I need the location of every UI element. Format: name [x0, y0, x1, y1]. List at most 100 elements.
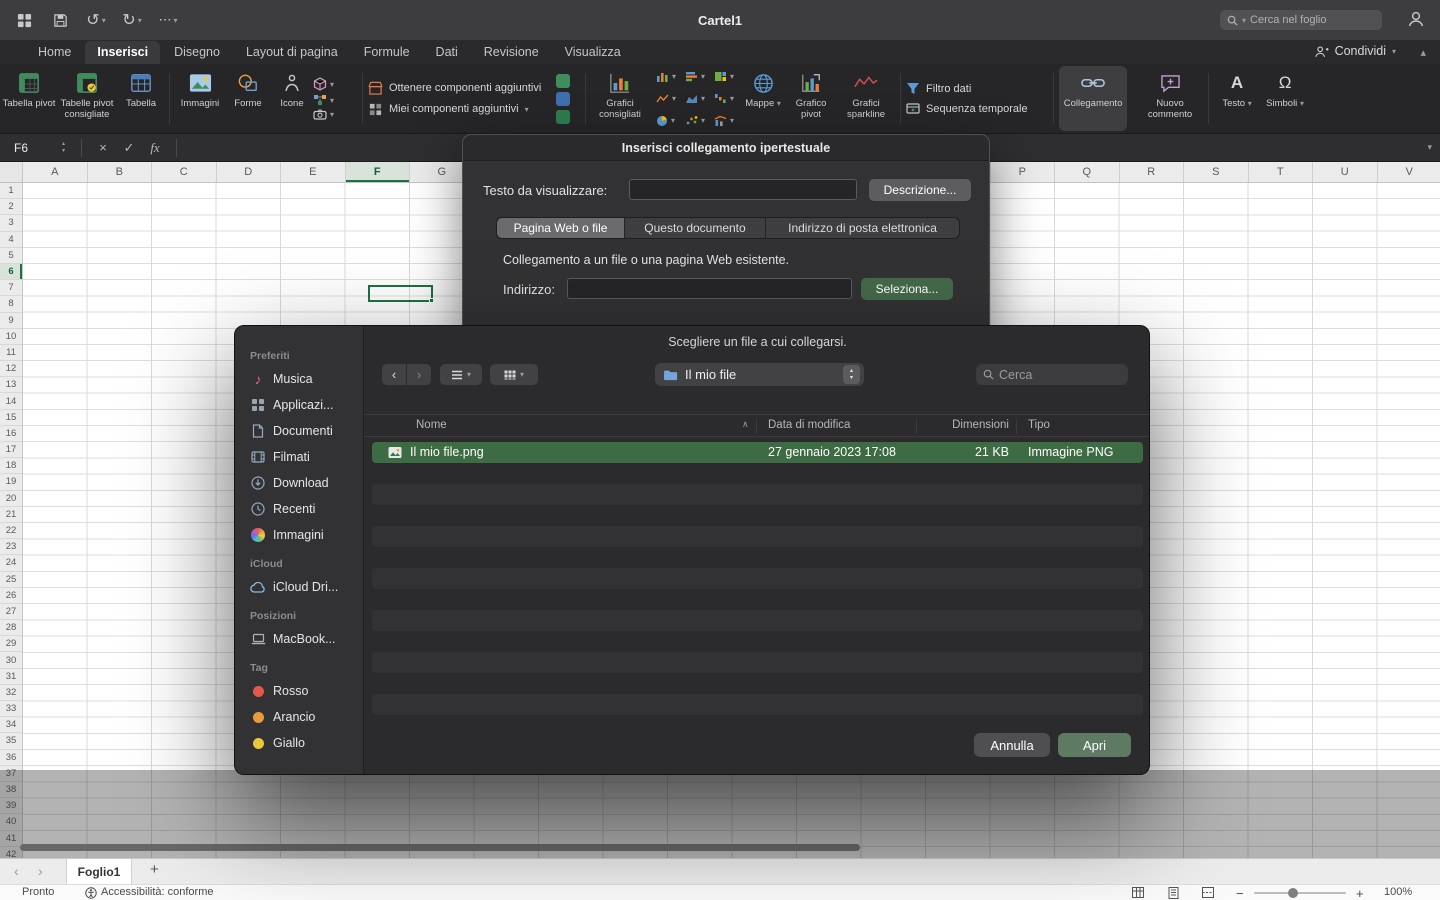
header-nome[interactable]: Nome: [416, 419, 447, 431]
mappe-button[interactable]: Mappe ▾: [741, 66, 785, 131]
share-button[interactable]: Condividi ▾: [1314, 44, 1396, 58]
filtro-dati-button[interactable]: Filtro dati: [906, 82, 1048, 95]
column-divider[interactable]: [1016, 419, 1017, 434]
tabella-button[interactable]: Tabella: [118, 66, 164, 131]
column-header-R[interactable]: R: [1120, 162, 1185, 182]
fill-handle[interactable]: [429, 298, 434, 303]
column-header-S[interactable]: S: [1184, 162, 1249, 182]
column-header-F[interactable]: F: [346, 162, 411, 182]
sort-indicator-icon[interactable]: ∧: [742, 419, 749, 430]
sidebar-item-giallo[interactable]: Giallo: [235, 730, 363, 756]
sheet-tab-foglio1[interactable]: Foglio1: [66, 859, 132, 884]
save-icon[interactable]: [48, 7, 72, 33]
hyperlink-tab-pagina-web-o-file[interactable]: Pagina Web o file: [497, 218, 625, 238]
waterfall-chart-button[interactable]: ▾: [714, 88, 734, 109]
forme-button[interactable]: Forme: [225, 66, 271, 131]
addin-shortcut-icon[interactable]: [556, 92, 570, 106]
pie-chart-button[interactable]: ▾: [656, 110, 676, 131]
nuovo-commento-button[interactable]: Nuovo commento: [1137, 66, 1203, 131]
hyperlink-tab-indirizzo-di-posta-elettronica[interactable]: Indirizzo di posta elettronica: [766, 218, 959, 238]
line-chart-button[interactable]: ▾: [656, 88, 676, 109]
row-header-3[interactable]: 3: [0, 215, 22, 231]
row-header-27[interactable]: 27: [0, 604, 22, 620]
row-header-23[interactable]: 23: [0, 539, 22, 555]
row-header-7[interactable]: 7: [0, 280, 22, 296]
ribbon-tab-disegno[interactable]: Disegno: [162, 41, 232, 64]
page-break-view-button[interactable]: [1202, 887, 1214, 898]
sidebar-item-recenti[interactable]: Recenti: [235, 496, 363, 522]
row-header-15[interactable]: 15: [0, 410, 22, 426]
sidebar-item-macbook-[interactable]: MacBook...: [235, 626, 363, 652]
addin-shortcut-icon[interactable]: [556, 110, 570, 124]
redo-button[interactable]: ↻▾: [120, 7, 144, 33]
row-header-6[interactable]: 6: [0, 264, 22, 280]
area-chart-button[interactable]: ▾: [685, 88, 705, 109]
row-header-24[interactable]: 24: [0, 555, 22, 571]
column-header-A[interactable]: A: [23, 162, 88, 182]
scatter-chart-button[interactable]: ▾: [685, 110, 705, 131]
cancel-entry-button[interactable]: ×: [90, 140, 116, 155]
tabella-pivot-button[interactable]: Tabella pivot: [2, 66, 56, 131]
group-view-button[interactable]: ▾: [490, 364, 538, 385]
ribbon-tab-revisione[interactable]: Revisione: [472, 41, 551, 64]
ribbon-tab-layout-di-pagina[interactable]: Layout di pagina: [234, 41, 350, 64]
sequenza-temporale-button[interactable]: Sequenza temporale: [906, 102, 1048, 115]
icone-button[interactable]: Icone: [271, 66, 313, 131]
addin-shortcut-icon[interactable]: [556, 74, 570, 88]
column-header-T[interactable]: T: [1249, 162, 1314, 182]
undo-button[interactable]: ↺▾: [84, 7, 108, 33]
column-chart-button[interactable]: ▾: [656, 66, 676, 87]
location-popup[interactable]: Il mio file ▴▾: [655, 363, 864, 386]
row-header-31[interactable]: 31: [0, 669, 22, 685]
column-header-B[interactable]: B: [88, 162, 153, 182]
prev-sheet-button[interactable]: ‹: [14, 863, 19, 879]
hyperlink-tab-questo-documento[interactable]: Questo documento: [625, 218, 766, 238]
grafici-sparkline-button[interactable]: Grafici sparkline: [837, 66, 895, 131]
sidebar-item-icloud-dri-[interactable]: iCloud Dri...: [235, 574, 363, 600]
row-header-11[interactable]: 11: [0, 345, 22, 361]
row-header-5[interactable]: 5: [0, 248, 22, 264]
smartart-button[interactable]: ▾: [313, 94, 357, 106]
address-input[interactable]: [567, 278, 852, 299]
sidebar-item-arancio[interactable]: Arancio: [235, 704, 363, 730]
sidebar-item-musica[interactable]: ♪Musica: [235, 366, 363, 392]
select-all-corner[interactable]: [0, 162, 23, 182]
file-row-selected[interactable]: Il mio file.png 27 gennaio 2023 17:08 21…: [372, 442, 1143, 463]
sidebar-item-filmati[interactable]: Filmati: [235, 444, 363, 470]
row-header-2[interactable]: 2: [0, 199, 22, 215]
sidebar-item-applicazi-[interactable]: Applicazi...: [235, 392, 363, 418]
ribbon-tab-home[interactable]: Home: [26, 41, 83, 64]
row-header-16[interactable]: 16: [0, 426, 22, 442]
simboli-button[interactable]: Ω Simboli ▾: [1260, 66, 1310, 131]
row-header-10[interactable]: 10: [0, 329, 22, 345]
open-button[interactable]: Apri: [1058, 733, 1131, 757]
customize-toolbar-button[interactable]: ⋯▾: [156, 7, 180, 33]
row-header-28[interactable]: 28: [0, 620, 22, 636]
bar-chart-button[interactable]: ▾: [685, 66, 705, 87]
row-header-18[interactable]: 18: [0, 458, 22, 474]
row-header-9[interactable]: 9: [0, 313, 22, 329]
cancel-button[interactable]: Annulla: [974, 733, 1050, 757]
column-divider[interactable]: [916, 419, 917, 434]
select-file-button[interactable]: Seleziona...: [861, 278, 953, 300]
tabelle-pivot-consigliate-button[interactable]: Tabelle pivot consigliate: [56, 66, 118, 131]
zoom-slider-thumb[interactable]: [1288, 888, 1298, 898]
row-header-34[interactable]: 34: [0, 717, 22, 733]
row-header-30[interactable]: 30: [0, 652, 22, 668]
column-header-Q[interactable]: Q: [1055, 162, 1120, 182]
zoom-level[interactable]: 100%: [1384, 886, 1412, 898]
list-view-button[interactable]: ▾: [440, 364, 482, 385]
row-header-32[interactable]: 32: [0, 685, 22, 701]
row-header-13[interactable]: 13: [0, 377, 22, 393]
next-sheet-button[interactable]: ›: [38, 863, 43, 879]
name-box[interactable]: F6: [0, 141, 62, 155]
3d-models-button[interactable]: ▾: [313, 77, 357, 91]
add-sheet-button[interactable]: +: [150, 861, 159, 878]
column-header-D[interactable]: D: [217, 162, 282, 182]
ribbon-tab-formule[interactable]: Formule: [352, 41, 422, 64]
column-divider[interactable]: [756, 419, 757, 434]
zoom-in-button[interactable]: +: [1356, 886, 1364, 900]
column-header-U[interactable]: U: [1313, 162, 1378, 182]
sidebar-item-download[interactable]: Download: [235, 470, 363, 496]
back-button[interactable]: ‹: [382, 364, 406, 385]
